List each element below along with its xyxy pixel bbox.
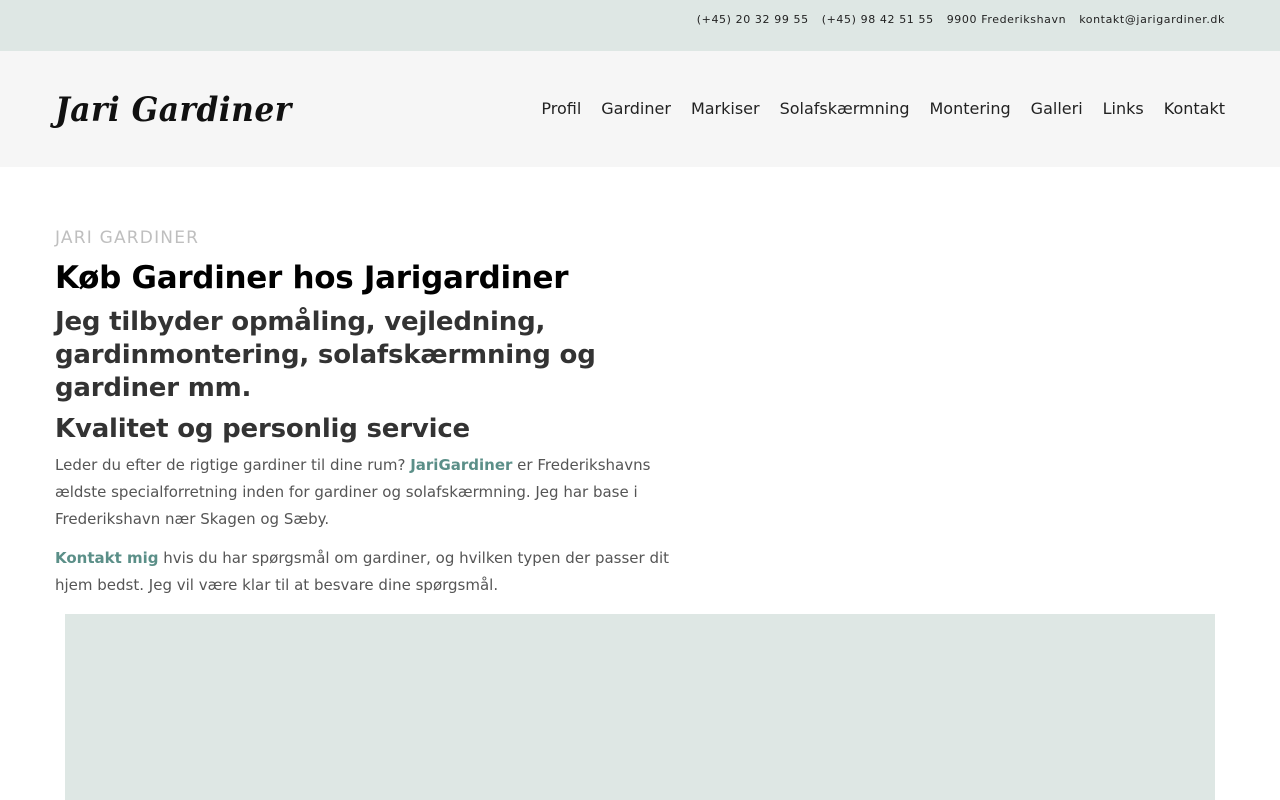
city-text: 9900 Frederikshavn — [946, 13, 1067, 26]
nav-item-links[interactable]: Links — [1103, 99, 1144, 118]
intro-paragraph: Leder du efter de rigtige gardiner til d… — [55, 452, 695, 533]
page-title: Køb Gardiner hos Jarigardiner — [55, 260, 569, 296]
kontakt-mig-link[interactable]: Kontakt mig — [55, 549, 159, 567]
nav-item-gardiner[interactable]: Gardiner — [601, 99, 671, 118]
nav-item-kontakt[interactable]: Kontakt — [1164, 99, 1225, 118]
contact-paragraph: Kontakt mig hvis du har spørgsmål om gar… — [55, 545, 695, 599]
top-contact-bar: (+45) 20 32 99 55 (+45) 98 42 51 55 9900… — [0, 0, 1280, 51]
contact-info: (+45) 20 32 99 55 (+45) 98 42 51 55 9900… — [697, 13, 1225, 26]
logo-text: Jari Gardiner — [55, 90, 292, 130]
jarigardiner-link[interactable]: JariGardiner — [410, 456, 512, 474]
nav-item-galleri[interactable]: Galleri — [1031, 99, 1083, 118]
section-eyebrow: JARI GARDINER — [55, 228, 200, 248]
quality-heading: Kvalitet og personlig service — [55, 414, 470, 444]
intro-text-start: Leder du efter de rigtige gardiner til d… — [55, 456, 411, 474]
nav-item-profil[interactable]: Profil — [541, 99, 581, 118]
phone-link-1[interactable]: (+45) 20 32 99 55 — [697, 13, 809, 26]
nav-item-montering[interactable]: Montering — [930, 99, 1011, 118]
email-link[interactable]: kontakt@jarigardiner.dk — [1079, 13, 1225, 26]
image-banner-placeholder — [65, 614, 1215, 800]
site-header: Jari Gardiner Profil Gardiner Markiser S… — [0, 51, 1280, 167]
logo[interactable]: Jari Gardiner — [55, 81, 307, 139]
nav-item-markiser[interactable]: Markiser — [691, 99, 760, 118]
page-subtitle: Jeg tilbyder opmåling, vejledning, gardi… — [55, 307, 596, 403]
main-nav: Profil Gardiner Markiser Solafskærmning … — [541, 99, 1225, 118]
phone-link-2[interactable]: (+45) 98 42 51 55 — [822, 13, 934, 26]
main-content: JARI GARDINER Køb Gardiner hos Jarigardi… — [55, 228, 705, 611]
nav-item-solafskaermning[interactable]: Solafskærmning — [780, 99, 910, 118]
